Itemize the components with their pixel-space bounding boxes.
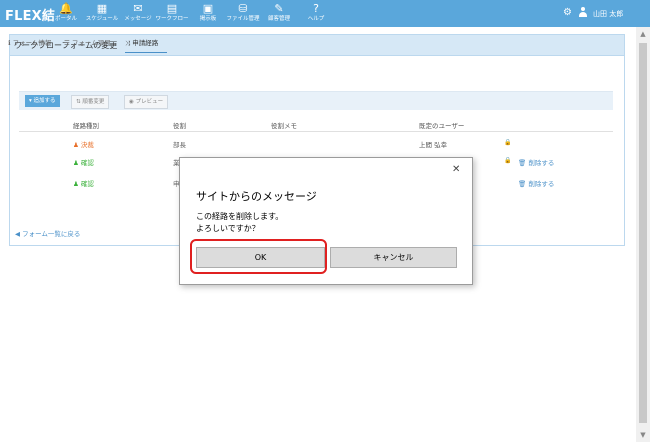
edit-icon: ✎ (274, 2, 284, 15)
ok-button-highlight (190, 239, 327, 274)
scroll-down-arrow[interactable]: ▼ (636, 428, 650, 442)
top-navigation-bar: FLEX結 🔔 ポータル ▦ スケジュール ✉ メッセージ ▤ ワークフロー ▣… (0, 0, 650, 27)
active-tab-indicator (125, 52, 167, 53)
users-icon: ♟ (73, 180, 79, 188)
default-user-cell: 上間 弘幸 (419, 141, 448, 149)
mail-icon: ✉ (133, 2, 143, 15)
folder-icon: ⛁ (238, 2, 248, 15)
route-table-header: 経路種別 役割 役割メモ 既定のユーザー (19, 117, 613, 132)
nav-label: ファイル管理 (226, 16, 260, 22)
delete-label: 削除する (528, 180, 555, 188)
route-toolbar: ▾ 追加する ⇅ 順番変更 ◉ プレビュー (19, 91, 613, 110)
nav-files[interactable]: ⛁ ファイル管理 (225, 2, 261, 23)
eye-icon: ◉ (129, 99, 134, 105)
add-route-button[interactable]: ▾ 追加する (25, 95, 60, 107)
tab-form-items[interactable]: ☰ フォーム項目 (64, 37, 111, 47)
nav-label: ワークフロー (155, 16, 189, 22)
nav-help[interactable]: ? ヘルプ (298, 2, 334, 23)
delete-link[interactable]: 🗑 削除する (518, 157, 554, 167)
preview-label: プレビュー (135, 99, 164, 105)
info-icon: ℹ (8, 39, 11, 47)
column-header: 役割 (173, 122, 186, 130)
board-icon: ▣ (202, 2, 214, 15)
route-type: ♟ 決裁 (73, 139, 94, 149)
back-to-form-list-link[interactable]: ◀ フォーム一覧に戻る (15, 228, 80, 238)
user-name[interactable]: 山田 太郎 (593, 9, 623, 19)
scroll-up-arrow[interactable]: ▲ (636, 27, 650, 41)
nav-label: ポータル (54, 16, 77, 22)
delete-link[interactable]: 🗑 削除する (518, 178, 554, 188)
help-icon: ? (313, 2, 319, 15)
nav-label: ヘルプ (307, 16, 325, 22)
reorder-label: 順番変更 (82, 99, 105, 105)
nav-label: メッセージ (124, 16, 152, 22)
tab-label: フォーム情報 (12, 39, 52, 47)
nav-message[interactable]: ✉ メッセージ (120, 2, 156, 23)
column-header: 役割メモ (271, 122, 297, 130)
sort-icon: ⇅ (76, 99, 81, 105)
route-type-label: 確認 (80, 159, 94, 167)
lock-icon: 🔒 (504, 157, 512, 164)
route-type: ♟ 確認 (73, 178, 94, 188)
user-icon (579, 7, 587, 17)
tab-form-info[interactable]: ℹ フォーム情報 (8, 37, 51, 47)
delete-label: 削除する (528, 159, 555, 167)
chevron-left-icon: ◀ (15, 230, 20, 238)
dialog-message-line1: この経路を削除します。 (196, 212, 284, 221)
trash-icon: 🗑 (518, 159, 527, 167)
workflow-icon: ▤ (166, 2, 178, 15)
cancel-button[interactable]: キャンセル (330, 247, 457, 268)
nav-customers[interactable]: ✎ 顧客管理 (261, 2, 297, 23)
calendar-icon: ▦ (96, 2, 108, 15)
user-icon: ♟ (73, 141, 79, 149)
lock-icon: 🔒 (504, 139, 512, 146)
list-icon: ☰ (64, 39, 70, 47)
reorder-button[interactable]: ⇅ 順番変更 (71, 95, 110, 109)
table-row: ♟ 決裁 部長 上間 弘幸 🔒 (19, 134, 613, 152)
nav-label: 掲示板 (199, 16, 217, 22)
nav-board[interactable]: ▣ 掲示板 (190, 2, 226, 23)
users-icon: ♟ (73, 159, 79, 167)
bell-icon: 🔔 (59, 2, 73, 15)
tab-approval-route[interactable]: ⤨ 申請経路 (125, 37, 158, 48)
trash-icon: 🗑 (518, 180, 527, 188)
role-cell: 部長 (173, 141, 186, 149)
back-link-label: フォーム一覧に戻る (22, 230, 81, 238)
route-type-label: 確認 (80, 180, 94, 188)
close-icon[interactable]: ✕ (452, 165, 460, 175)
route-icon: ⤨ (125, 39, 131, 47)
dialog-message-line2: よろしいですか？ (196, 224, 260, 233)
column-header: 経路種別 (73, 122, 99, 130)
tab-label: フォーム項目 (71, 39, 111, 47)
scroll-thumb[interactable] (639, 43, 647, 423)
route-type-label: 決裁 (80, 141, 94, 149)
column-header: 既定のユーザー (419, 122, 465, 130)
route-type: ♟ 確認 (73, 157, 94, 167)
nav-label: 顧客管理 (267, 16, 290, 22)
gear-icon[interactable]: ⚙ (563, 7, 572, 18)
nav-label: スケジュール (85, 16, 119, 22)
dialog-title: サイトからのメッセージ (196, 190, 317, 203)
preview-button[interactable]: ◉ プレビュー (124, 95, 169, 109)
tab-label: 申請経路 (132, 39, 159, 47)
nav-workflow[interactable]: ▤ ワークフロー (154, 2, 190, 23)
vertical-scrollbar[interactable]: ▲ ▼ (636, 27, 650, 442)
nav-portal[interactable]: 🔔 ポータル (48, 2, 84, 23)
nav-schedule[interactable]: ▦ スケジュール (84, 2, 120, 23)
